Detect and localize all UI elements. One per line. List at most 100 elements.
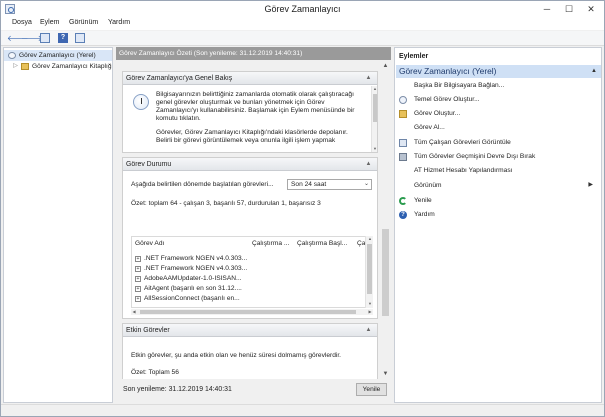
action-display-running-tasks[interactable]: Tüm Çalışan Görevleri Görüntüle: [399, 137, 599, 148]
title-bar: Görev Zamanlayıcı ─ ☐ ✕: [1, 1, 604, 18]
overview-scrollbar[interactable]: ▲ ▼: [371, 86, 377, 152]
active-tasks-section: Etkin Görevler ▲ Etkin görevler, şu anda…: [122, 323, 378, 379]
action-disable-history[interactable]: Tüm Görevler Geçmişini Devre Dışı Bırak: [399, 151, 599, 162]
task-list-vscrollbar[interactable]: ▲ ▼: [365, 236, 373, 308]
list-item[interactable]: + AllSessionConnect (başarılı en...: [135, 294, 240, 303]
clock-icon: [399, 96, 407, 104]
folder-icon: [399, 110, 407, 118]
column-task-name[interactable]: Görev Adı: [135, 240, 164, 247]
expand-chevron-icon[interactable]: ▷: [12, 61, 19, 72]
summary-content: Görev Zamanlayıcı'ya Genel Bakış ▲ Bilgi…: [116, 61, 378, 379]
overview-section-title[interactable]: Görev Zamanlayıcı'ya Genel Bakış ▲: [123, 72, 377, 85]
action-refresh[interactable]: Yenile: [399, 195, 599, 206]
menu-view[interactable]: Görünüm: [69, 19, 98, 26]
list-item[interactable]: + .NET Framework NGEN v4.0.303...: [135, 264, 247, 273]
action-help[interactable]: ? Yardım: [399, 209, 599, 220]
scroll-down-icon[interactable]: ▼: [366, 301, 374, 307]
expand-plus-icon[interactable]: +: [135, 286, 141, 292]
action-import-task[interactable]: Görev Al...: [399, 122, 599, 133]
maximize-button[interactable]: ☐: [558, 1, 580, 17]
task-status-section-title[interactable]: Görev Durumu ▲: [123, 158, 377, 171]
period-select[interactable]: Son 24 saat ⌄: [287, 179, 372, 190]
overview-text-more: Görevler, Görev Zamanlayıcı Kitaplığı'nd…: [156, 129, 348, 144]
window-title: Görev Zamanlayıcı: [264, 4, 341, 14]
column-run-start[interactable]: Çalıştırma Başl...: [297, 240, 347, 247]
task-list-hscrollbar[interactable]: ◀ ▶: [131, 309, 373, 315]
overview-text: Bilgisayarınızın belirttiğiniz zamanlard…: [156, 91, 355, 122]
action-create-basic-task[interactable]: Temel Görev Oluştur...: [399, 94, 599, 105]
list-icon: [399, 139, 407, 147]
minimize-button[interactable]: ─: [536, 1, 558, 17]
task-status-section: Görev Durumu ▲ Aşağıda belirtilen dönemd…: [122, 157, 378, 319]
active-tasks-section-title[interactable]: Etkin Görevler ▲: [123, 324, 377, 337]
task-status-summary: Özet: toplam 64 - çalışan 3, başarılı 57…: [131, 200, 321, 207]
action-create-task[interactable]: Görev Oluştur...: [399, 108, 599, 119]
summary-header: Görev Zamanlayıcı Özeti (Son yenileme: 3…: [116, 47, 391, 60]
tree-item-label: Görev Zamanlayıcı Kitaplığı: [32, 63, 113, 70]
menu-help[interactable]: Yardım: [108, 19, 130, 26]
scroll-up-icon[interactable]: ▲: [366, 236, 374, 242]
chevron-down-icon: ⌄: [363, 181, 369, 187]
scroll-left-icon[interactable]: ◀: [131, 309, 137, 315]
last-refresh-text: Son yenileme: 31.12.2019 14:40:31: [123, 386, 232, 393]
expand-plus-icon[interactable]: +: [135, 276, 141, 282]
status-bar: [1, 404, 604, 416]
menu-bar: Dosya Eylem Görünüm Yardım: [1, 18, 604, 30]
task-scheduler-window: Görev Zamanlayıcı ─ ☐ ✕ Dosya Eylem Görü…: [0, 0, 605, 417]
expand-plus-icon[interactable]: +: [135, 266, 141, 272]
help-icon: ?: [399, 211, 407, 219]
scroll-right-icon[interactable]: ▶: [367, 309, 373, 315]
scroll-thumb[interactable]: [140, 310, 356, 314]
period-label: Aşağıda belirtilen dönemde başlatılan gö…: [131, 181, 274, 188]
menu-file[interactable]: Dosya: [12, 19, 32, 26]
scroll-thumb[interactable]: [382, 229, 389, 316]
console-tree: Görev Zamanlayıcı (Yerel) ▷ Görev Zamanl…: [3, 47, 113, 403]
folder-icon: [21, 63, 29, 70]
actions-pane: Eylemler Görev Zamanlayıcı (Yerel) ▲ Baş…: [394, 47, 602, 403]
actions-title: Eylemler: [399, 53, 429, 60]
clock-icon: [8, 52, 16, 59]
summary-scrollbar[interactable]: ▲ ▼: [380, 61, 391, 379]
scroll-thumb[interactable]: [367, 244, 372, 294]
menu-action[interactable]: Eylem: [40, 19, 59, 26]
scroll-down-icon[interactable]: ▼: [380, 369, 391, 379]
column-run-result[interactable]: Çalıştırma ...: [252, 240, 289, 247]
toolbar: 🡐 🡒 ?: [1, 31, 604, 46]
close-button[interactable]: ✕: [580, 1, 602, 17]
actions-section-header[interactable]: Görev Zamanlayıcı (Yerel) ▲: [396, 65, 601, 78]
show-hide-action-pane-icon[interactable]: [75, 33, 85, 43]
show-hide-console-tree-icon[interactable]: [40, 33, 50, 43]
active-tasks-total: Özet: Toplam 56: [131, 369, 179, 376]
list-item[interactable]: + AdobeAAMUpdater-1.0-ISISAN...: [135, 274, 242, 283]
clock-info-icon: [133, 94, 149, 110]
forward-arrow-icon[interactable]: 🡒: [21, 34, 42, 43]
help-icon[interactable]: ?: [58, 33, 68, 43]
collapse-icon[interactable]: ▲: [591, 65, 597, 78]
active-tasks-text: Etkin görevler, şu anda etkin olan ve he…: [131, 352, 342, 359]
scroll-down-icon[interactable]: ▼: [372, 146, 378, 152]
submenu-arrow-icon: ▶: [588, 182, 593, 188]
tree-item-local-scheduler[interactable]: Görev Zamanlayıcı (Yerel): [4, 50, 112, 61]
back-arrow-icon[interactable]: 🡐: [7, 34, 28, 43]
overview-section: Görev Zamanlayıcı'ya Genel Bakış ▲ Bilgi…: [122, 71, 378, 153]
scroll-up-icon[interactable]: ▲: [380, 61, 391, 71]
refresh-button[interactable]: Yenile: [356, 383, 387, 396]
action-connect-computer[interactable]: Başka Bir Bilgisayara Bağlan...: [399, 80, 599, 91]
action-view[interactable]: Görünüm ▶: [399, 180, 599, 191]
expand-plus-icon[interactable]: +: [135, 256, 141, 262]
collapse-icon[interactable]: ▲: [364, 75, 373, 81]
action-at-service-account[interactable]: AT Hizmet Hesabı Yapılandırması: [399, 165, 599, 176]
collapse-icon[interactable]: ▲: [364, 327, 373, 333]
list-item[interactable]: + .NET Framework NGEN v4.0.303...: [135, 254, 247, 263]
task-status-list: Görev Adı Çalıştırma ... Çalıştırma Başl…: [131, 236, 373, 308]
scroll-up-icon[interactable]: ▲: [372, 86, 378, 92]
refresh-icon: [399, 197, 407, 205]
center-pane: Görev Zamanlayıcı Özeti (Son yenileme: 3…: [116, 47, 391, 403]
summary-footer: Son yenileme: 31.12.2019 14:40:31 Yenile: [116, 379, 391, 403]
list-item[interactable]: + AitAgent (başarılı en son 31.12....: [135, 284, 242, 293]
expand-plus-icon[interactable]: +: [135, 296, 141, 302]
collapse-icon[interactable]: ▲: [364, 161, 373, 167]
tree-item-label: Görev Zamanlayıcı (Yerel): [19, 52, 96, 59]
scroll-thumb[interactable]: [373, 94, 377, 122]
trash-icon: [399, 153, 407, 161]
